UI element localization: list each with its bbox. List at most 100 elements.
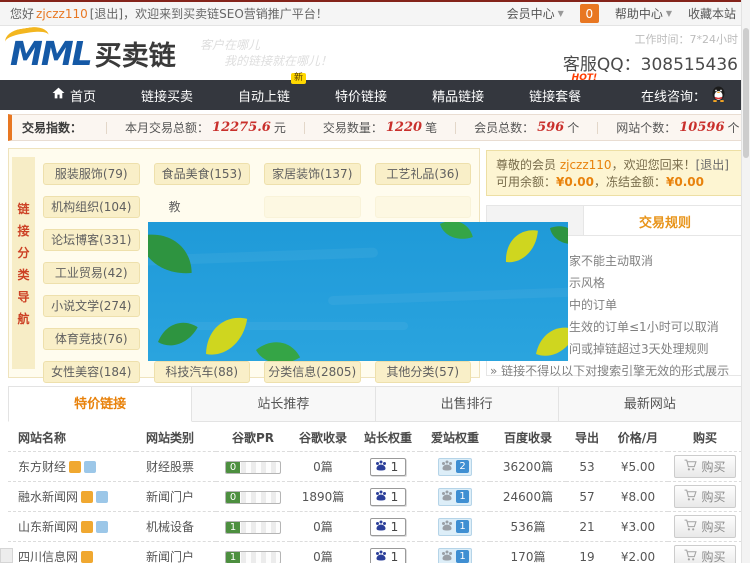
category-button-r0c1[interactable]: 食品美食(153) <box>154 163 251 185</box>
cell-buy: 购买 <box>668 512 742 542</box>
buy-button[interactable]: 购买 <box>674 485 735 508</box>
site-name-link[interactable]: 四川信息网 <box>18 550 78 563</box>
column-header-6: 百度收录 <box>490 423 566 452</box>
nav-item-5[interactable]: 链接套餐HOT! <box>529 86 581 105</box>
cell-google-pr: 0 <box>216 452 290 482</box>
online-consult-label: 在线咨询： <box>641 86 706 105</box>
cell-chinaz-weight: 1 <box>356 452 420 482</box>
scrollbar[interactable] <box>741 0 750 563</box>
site-logo[interactable]: MML 买卖链 <box>10 34 176 73</box>
online-consult[interactable]: 在线咨询： <box>641 85 726 106</box>
category-button-r0c2[interactable]: 家居装饰(137) <box>264 163 361 185</box>
site-name-link[interactable]: 融水新闻网 <box>18 490 78 504</box>
stat-divider <box>106 122 107 134</box>
qq-penguin-icon <box>711 85 726 106</box>
category-button-r4c0[interactable]: 小说文学(274) <box>43 295 140 317</box>
category-button-r6c0[interactable]: 女性美容(184) <box>43 361 140 383</box>
category-button-r6c2[interactable]: 分类信息(2805) <box>264 361 361 383</box>
cart-count-badge[interactable]: 0 <box>580 4 599 23</box>
seller-blue-tag-icon <box>96 521 108 533</box>
column-header-2: 谷歌PR <box>216 423 290 452</box>
topbar-username[interactable]: zjczz110 <box>36 7 88 21</box>
stat-unit: 个 <box>728 119 740 136</box>
buy-button[interactable]: 购买 <box>674 515 735 538</box>
nav-item-0[interactable]: 首页 <box>52 86 96 105</box>
chinaz-weight-badge: 1 <box>370 548 407 563</box>
cell-google-pr: 1 <box>216 542 290 563</box>
cart-icon <box>684 519 697 534</box>
welcome-suffix: ，欢迎您回来！ <box>612 158 696 172</box>
column-header-0: 网站名称 <box>8 423 136 452</box>
buy-button-label: 购买 <box>701 488 725 505</box>
member-center-menu[interactable]: 会员中心 ▼ <box>507 5 564 22</box>
category-button-r3c0[interactable]: 工业贸易(42) <box>43 262 140 284</box>
cell-price: ¥2.00 <box>608 542 668 563</box>
category-button-r5c0[interactable]: 体育竞技(76) <box>43 328 140 350</box>
cell-category: 财经股票 <box>136 452 216 482</box>
table-header-row: 网站名称网站类别谷歌PR谷歌收录站长权重爱站权重百度收录导出价格/月购买 <box>8 423 742 452</box>
nav-item-label: 特价链接 <box>335 86 387 105</box>
nav-item-4[interactable]: 精品链接 <box>432 86 484 105</box>
tab-2[interactable]: 出售排行 <box>376 386 559 422</box>
buy-button[interactable]: 购买 <box>674 455 735 478</box>
cell-category: 机械设备 <box>136 512 216 542</box>
aizhan-weight-badge: 2 <box>438 458 472 476</box>
tab-3[interactable]: 最新网站 <box>559 386 742 422</box>
favorite-site-link[interactable]: 收藏本站 <box>688 5 736 22</box>
rules-title[interactable]: 交易规则 <box>639 212 691 231</box>
header-right: 工作时间：7*24小时 客服QQ：308515436 <box>563 31 738 75</box>
cell-buy: 购买 <box>668 482 742 512</box>
nav-item-label: 链接买卖 <box>141 86 193 105</box>
category-button-r0c0[interactable]: 服装服饰(79) <box>43 163 140 185</box>
site-name-link[interactable]: 东方财经 <box>18 460 66 474</box>
scrollbar-thumb[interactable] <box>743 28 749 158</box>
category-button-r0c3[interactable]: 工艺礼品(36) <box>375 163 472 185</box>
site-name-link[interactable]: 山东新闻网 <box>18 520 78 534</box>
stat-group: 交易数量：1220笔 <box>323 119 437 136</box>
welcome-logout-link[interactable]: [退出] <box>696 158 729 172</box>
flash-ad-banner[interactable] <box>148 222 568 361</box>
rule-item-5[interactable]: » 链接不得以以下对搜索引擎无效的形式展示 <box>487 360 741 382</box>
category-button-r1c1[interactable]: 教 <box>154 196 251 218</box>
cell-google-index: 0篇 <box>290 512 356 542</box>
category-button-r1c0[interactable]: 机构组织(104) <box>43 196 140 218</box>
link-table-wrap: 网站名称网站类别谷歌PR谷歌收录站长权重爱站权重百度收录导出价格/月购买 东方财… <box>8 423 742 563</box>
nav-badge-new: 新 <box>291 73 306 84</box>
paw-icon <box>375 520 387 534</box>
help-center-menu[interactable]: 帮助中心 ▼ <box>615 5 672 22</box>
tab-0[interactable]: 特价链接 <box>8 386 192 422</box>
nav-item-2[interactable]: 自动上链新 <box>238 86 290 105</box>
welcome-username[interactable]: zjczz110 <box>560 158 612 172</box>
cell-export-links: 57 <box>566 482 608 512</box>
pr-value: 0 <box>226 492 240 503</box>
column-header-5: 爱站权重 <box>420 423 490 452</box>
cell-site-name: 东方财经 <box>8 452 136 482</box>
nav-item-1[interactable]: 链接买卖 <box>141 86 193 105</box>
cell-aizhan-weight: 1 <box>420 542 490 563</box>
chinaz-weight-badge: 1 <box>370 488 407 506</box>
topbar-logout-link[interactable]: [退出] <box>90 5 123 22</box>
chevron-down-icon: ▼ <box>666 9 672 18</box>
category-button-r2c0[interactable]: 论坛博客(331) <box>43 229 140 251</box>
category-button-r6c1[interactable]: 科技汽车(88) <box>154 361 251 383</box>
aizhan-weight-value: 2 <box>456 460 469 473</box>
paw-icon <box>441 550 453 563</box>
seller-blue-tag-icon <box>84 461 96 473</box>
category-button-r6c3[interactable]: 其他分类(57) <box>375 361 472 383</box>
nav-item-3[interactable]: 特价链接 <box>335 86 387 105</box>
aizhan-weight-value: 1 <box>456 550 469 563</box>
aizhan-weight-badge: 1 <box>438 518 472 536</box>
category-nav-char: 接 <box>17 222 29 239</box>
aizhan-weight-badge: 1 <box>438 488 472 506</box>
aizhan-weight-badge: 1 <box>438 548 472 563</box>
buy-button[interactable]: 购买 <box>674 545 735 563</box>
header: MML 买卖链 客户在哪儿 我的链接就在哪儿！ 工作时间：7*24小时 客服QQ… <box>0 26 750 80</box>
cell-chinaz-weight: 1 <box>356 512 420 542</box>
frozen-amount: ¥0.00 <box>666 175 704 189</box>
stat-value: 10596 <box>679 120 724 135</box>
nav-badge-hot: HOT! <box>572 73 597 84</box>
table-row: 融水新闻网新闻门户01890篇1124600篇57¥8.00购买 <box>8 482 742 512</box>
stat-label: 本月交易总额： <box>125 119 209 136</box>
table-row: 东方财经财经股票00篇1236200篇53¥5.00购买 <box>8 452 742 482</box>
tab-1[interactable]: 站长推荐 <box>192 386 375 422</box>
